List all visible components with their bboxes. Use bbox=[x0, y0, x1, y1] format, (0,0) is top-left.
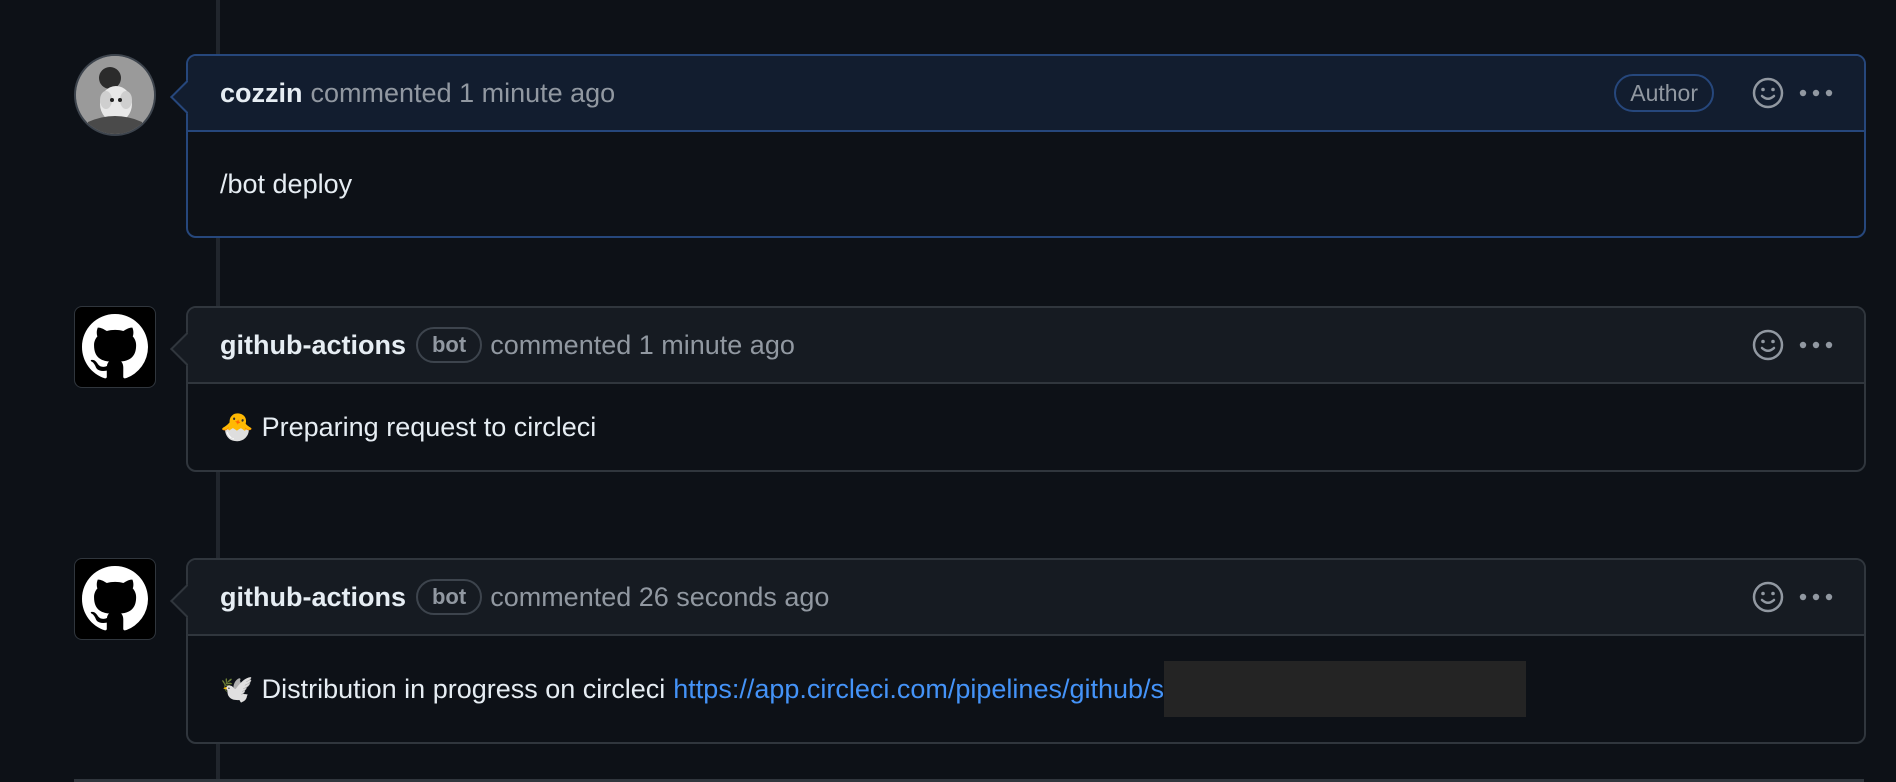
comment-author-link[interactable]: cozzin bbox=[220, 78, 303, 109]
kebab-horizontal-icon bbox=[1799, 593, 1833, 601]
comment-body: 🐣 Preparing request to circleci bbox=[188, 384, 1864, 470]
hatching-chick-icon: 🐣 bbox=[220, 412, 254, 442]
author-badge: Author bbox=[1614, 74, 1714, 112]
smiley-icon bbox=[1752, 329, 1784, 361]
more-options-button[interactable] bbox=[1798, 327, 1834, 363]
add-reaction-button[interactable] bbox=[1750, 75, 1786, 111]
comment-text: Distribution in progress on circleci bbox=[261, 673, 666, 704]
circleci-pipeline-link[interactable]: https://app.circleci.com/pipelines/githu… bbox=[673, 674, 1164, 705]
smiley-icon bbox=[1752, 77, 1784, 109]
avatar-photo-icon bbox=[76, 56, 154, 134]
comment-header: github-actions bot commented 26 seconds … bbox=[188, 560, 1864, 636]
comment-box: github-actions bot commented 1 minute ag… bbox=[186, 306, 1866, 472]
dove-icon: 🕊️ bbox=[220, 674, 254, 704]
comment-timestamp[interactable]: commented 1 minute ago bbox=[311, 78, 616, 109]
bot-badge: bot bbox=[415, 327, 483, 363]
comment-header: github-actions bot commented 1 minute ag… bbox=[188, 308, 1864, 384]
add-reaction-button[interactable] bbox=[1750, 579, 1786, 615]
comment-box: github-actions bot commented 26 seconds … bbox=[186, 558, 1866, 744]
github-mark-icon bbox=[82, 566, 148, 631]
comment-author-link[interactable]: github-actions bbox=[220, 330, 406, 361]
more-options-button[interactable] bbox=[1798, 579, 1834, 615]
comment-body: /bot deploy bbox=[188, 132, 1864, 236]
bot-badge: bot bbox=[415, 579, 483, 615]
avatar[interactable] bbox=[74, 306, 156, 388]
comment-box: cozzin commented 1 minute ago Author /bo… bbox=[186, 54, 1866, 238]
kebab-horizontal-icon bbox=[1799, 341, 1833, 349]
comment-author-link[interactable]: github-actions bbox=[220, 582, 406, 613]
comment-header: cozzin commented 1 minute ago Author bbox=[188, 56, 1864, 132]
comment-text: Preparing request to circleci bbox=[261, 411, 597, 442]
redacted-block bbox=[1164, 661, 1527, 717]
avatar[interactable] bbox=[74, 54, 156, 136]
add-reaction-button[interactable] bbox=[1750, 327, 1786, 363]
comment-body: 🕊️ Distribution in progress on circleci … bbox=[188, 636, 1864, 742]
comment-text: /bot deploy bbox=[220, 168, 353, 199]
smiley-icon bbox=[1752, 581, 1784, 613]
comment-timestamp[interactable]: commented 1 minute ago bbox=[490, 330, 795, 361]
avatar[interactable] bbox=[74, 558, 156, 640]
kebab-horizontal-icon bbox=[1799, 89, 1833, 97]
comment-timestamp[interactable]: commented 26 seconds ago bbox=[490, 582, 829, 613]
more-options-button[interactable] bbox=[1798, 75, 1834, 111]
github-mark-icon bbox=[82, 314, 148, 379]
